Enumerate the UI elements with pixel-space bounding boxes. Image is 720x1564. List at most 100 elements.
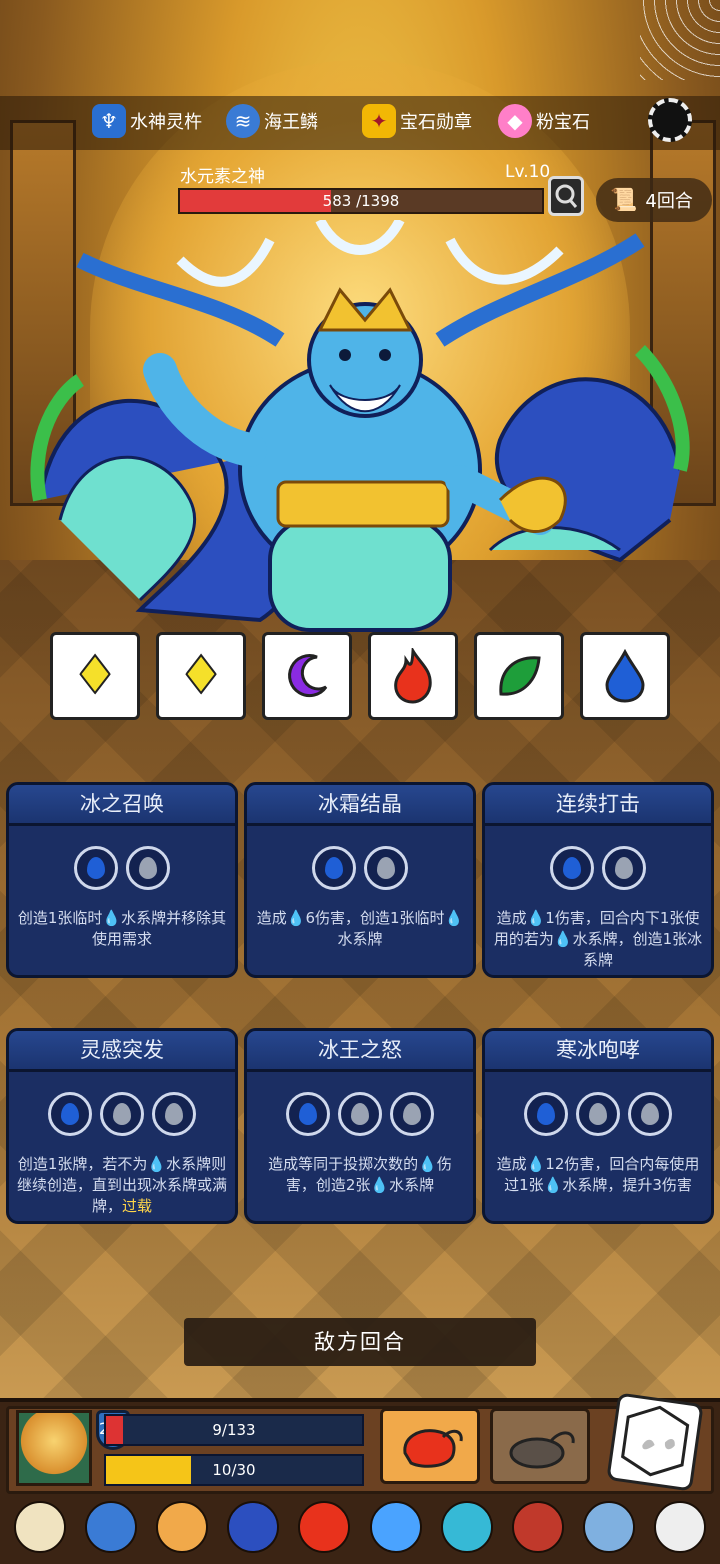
attack-skill-button[interactable] [380,1408,480,1484]
die-purple-moon[interactable] [262,632,352,720]
boss-name: 水元素之神 [180,167,265,187]
scale-icon: ≋ [226,104,260,138]
water-drop-icon [563,857,581,879]
card-description: 造成等同于投掷次数的💧伤害，创造2张💧水系牌 [268,1155,452,1194]
viking-helmet-icon[interactable] [227,1501,280,1553]
die-yellow-diamond[interactable]: ♦ [156,632,246,720]
card-description: 创造1张临时💧水系牌并移除其使用需求 [17,909,227,948]
card-title: 冰之召唤 [9,785,235,826]
player-energy-bar: 10/30 [104,1454,364,1486]
scroll-icon: 📜 [610,187,638,213]
die-red-fire[interactable] [368,632,458,720]
yellow-diamond-icon: ♦ [71,645,120,707]
card-dice-slots [247,1092,473,1136]
boss-hp-text: 583 /1398 [322,192,400,210]
dice-slot[interactable] [550,846,594,890]
player-energy-text: 10/30 [212,1461,256,1479]
player-avatar[interactable] [16,1410,92,1486]
pink-gem-icon: ◆ [498,104,532,138]
skill-card-frost-roar[interactable]: 寒冰咆哮 造成💧12伤害，回合内每使用过1张💧水系牌，提升3伤害 [482,1028,714,1224]
dice-row: ♦ ♦ [50,632,670,720]
die-yellow-diamond[interactable]: ♦ [50,632,140,720]
roll-dice-button[interactable] [606,1392,704,1492]
settings-gear-icon[interactable] [648,98,692,142]
inspect-button[interactable] [548,176,584,216]
resource-label: 粉宝石 [536,112,590,133]
water-drop-icon [403,1103,421,1125]
dice-slot[interactable] [338,1092,382,1136]
water-drop-icon [589,1103,607,1125]
magnifier-icon [555,184,578,208]
mask-icon[interactable] [369,1501,422,1553]
water-drop-icon [615,857,633,879]
dice-slot[interactable] [152,1092,196,1136]
card-description: 造成💧12伤害，回合内每使用过1张💧水系牌，提升3伤害 [496,1155,700,1194]
trident-icon: ♆ [92,104,126,138]
resource-item-trident[interactable]: ♆ 水神灵杵 [92,104,202,138]
skill-card-frost-crystal[interactable]: 冰霜结晶 造成💧6伤害，创造1张临时💧水系牌 [244,782,476,978]
water-drop-icon [641,1103,659,1125]
resource-item-scale[interactable]: ≋ 海王鳞 [226,104,318,138]
dice-slot[interactable] [74,846,118,890]
resource-item-medal[interactable]: ✦ 宝石勋章 [362,104,472,138]
skill-card-combo-strike[interactable]: 连续打击 造成💧1伤害，回合内下1张使用的若为💧水系牌，创造1张冰系牌 [482,782,714,978]
water-god-boss[interactable] [20,220,700,640]
skill-card-inspiration[interactable]: 灵感突发 创造1张牌，若不为💧水系牌则继续创造，直到出现冰系牌或满牌，过载 [6,1028,238,1224]
card-description: 造成💧1伤害，回合内下1张使用的若为💧水系牌，创造1张冰系牌 [493,909,703,969]
die-blue-water[interactable] [580,632,670,720]
dice-slot[interactable] [312,846,356,890]
ruby-icon[interactable] [298,1501,351,1553]
purple-moon-icon [288,654,328,698]
card-title: 寒冰咆哮 [485,1031,711,1072]
die-green-leaf[interactable] [474,632,564,720]
boss-level: Lv.10 [505,162,551,182]
card-dice-slots [9,1092,235,1136]
water-drop-icon [61,1103,79,1125]
yellow-diamond-icon: ♦ [177,645,226,707]
hood-icon[interactable] [511,1501,564,1553]
item-skill-button[interactable] [490,1408,590,1484]
dust-icon [509,1431,575,1469]
dice-slot[interactable] [364,846,408,890]
boss-hp-bar: 583 /1398 [178,188,544,214]
dice-slot[interactable] [602,846,646,890]
dice-slot[interactable] [390,1092,434,1136]
dice-slot[interactable] [628,1092,672,1136]
medal-icon: ✦ [362,104,396,138]
card-title: 冰霜结晶 [247,785,473,826]
red-fire-icon [394,648,432,704]
skill-card-ice-summon[interactable]: 冰之召唤 创造1张临时💧水系牌并移除其使用需求 [6,782,238,978]
dice-slot[interactable] [576,1092,620,1136]
water-drop-icon [299,1103,317,1125]
card-dice-slots [485,1092,711,1136]
donut-icon[interactable] [156,1501,209,1553]
dice-slot[interactable] [100,1092,144,1136]
resource-label: 水神灵杵 [130,112,202,133]
resource-item-pink-gem[interactable]: ◆ 粉宝石 [498,104,590,138]
player-hp-text: 9/133 [212,1421,256,1439]
turn-counter-text: 4回合 [645,191,693,212]
resource-label: 宝石勋章 [400,112,472,133]
dice-slot[interactable] [48,1092,92,1136]
card-description: 创造1张牌，若不为💧水系牌则继续创造，直到出现冰系牌或满牌，过载 [17,1155,228,1215]
enemy-turn-button[interactable]: 敌方回合 [184,1318,536,1366]
water-drop-icon [87,857,105,879]
skull-icon[interactable] [653,1501,706,1553]
water-drop-icon [139,857,157,879]
mushroom-icon[interactable] [85,1501,138,1553]
dice-slot[interactable] [524,1092,568,1136]
green-leaf-icon [499,656,541,696]
water-drop-icon [113,1103,131,1125]
water-drop-icon [325,857,343,879]
crest-icon[interactable] [440,1501,493,1553]
dice-slot[interactable] [286,1092,330,1136]
skill-card-ice-king-wrath[interactable]: 冰王之怒 造成等同于投掷次数的💧伤害，创造2张💧水系牌 [244,1028,476,1224]
water-drop-icon [351,1103,369,1125]
fist-icon [403,1429,463,1468]
card-title: 冰王之怒 [247,1031,473,1072]
relic-bar [14,1498,706,1556]
mirror-icon[interactable] [14,1501,66,1553]
dice-slot[interactable] [126,846,170,890]
resource-label: 海王鳞 [264,112,318,133]
wing-icon[interactable] [582,1501,635,1553]
